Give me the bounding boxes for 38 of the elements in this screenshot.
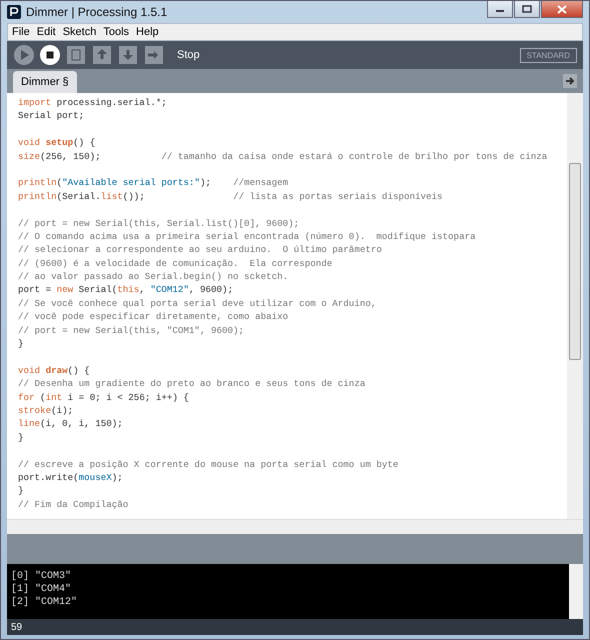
code-line: // selecionar a correspondente ao seu arduino. O último parâmetro [18,243,383,257]
menu-item[interactable]: Sketch [62,26,96,38]
code-line: println(Serial.list()); // lista as portas seriais disponíveis [18,190,444,204]
code-line: } [18,484,25,498]
code-line: Serial port; [18,109,86,123]
code-line: port = new Serial(this, "COM12", 9600); [18,283,234,297]
code-line: line(i, 0, i, 150); [18,417,124,431]
status-text: Stop [177,49,200,61]
code-line: // Desenha um gradiente do preto ao branco e seus tons de cinza [18,377,366,391]
code-line: import processing.serial.*; [18,96,168,110]
code-line: void draw() { [18,364,91,378]
code-line: size(256, 150); // tamanho da caisa onde estará o controle de brilho por tons de cinza [18,150,548,163]
code-line: // port = new Serial(this, Serial.list()[0], 9600); [18,216,300,230]
code-line: // Se você conhece qual porta serial deve utilizar com o Arduino, [18,296,378,310]
menu-item[interactable]: Help [136,26,159,38]
line-number: 59 [11,622,22,632]
window-title: Dimmer | Processing 1.5.1 [26,5,168,19]
sketch-tab[interactable]: Dimmer § [13,71,77,93]
code-line: println("Available serial ports:"); //mensagem [18,176,290,190]
code-line: // ao valor passado ao Serial.begin() no scketch. [18,270,290,284]
code-line: void setup() { [18,136,96,150]
code-line: // escreve a posição X corrente do mouse na porta serial como um byte [18,458,400,471]
code-line: } [18,430,25,444]
code-line: stroke(i); [18,404,74,418]
code-line: port.write(mouseX); [18,470,124,484]
menu-item[interactable]: Tools [103,26,130,38]
console-line: [1] "COM4" [11,583,72,596]
code-line: // (9600) é a velocidade de comunicação. Ela corresponde [18,256,334,270]
code-line: for (int i = 0; i < 256; i++) { [18,390,190,404]
code-line: // port = new Serial(this, "COM1", 9600); [18,324,246,338]
code-line: // Fim da Compilação [18,498,130,512]
code-line: } [18,337,25,350]
console-line: [2] "COM12" [11,596,78,609]
code-line: // você pode especificar diretamente, como abaixo [18,310,290,324]
console-line: [0] "COM3" [11,570,72,583]
menu-item[interactable]: Edit [36,26,56,38]
code-line: // O comando acima usa a primeira serial encontrada (número 0). modifique istopara [18,230,477,244]
menu-item[interactable]: File [12,26,30,38]
